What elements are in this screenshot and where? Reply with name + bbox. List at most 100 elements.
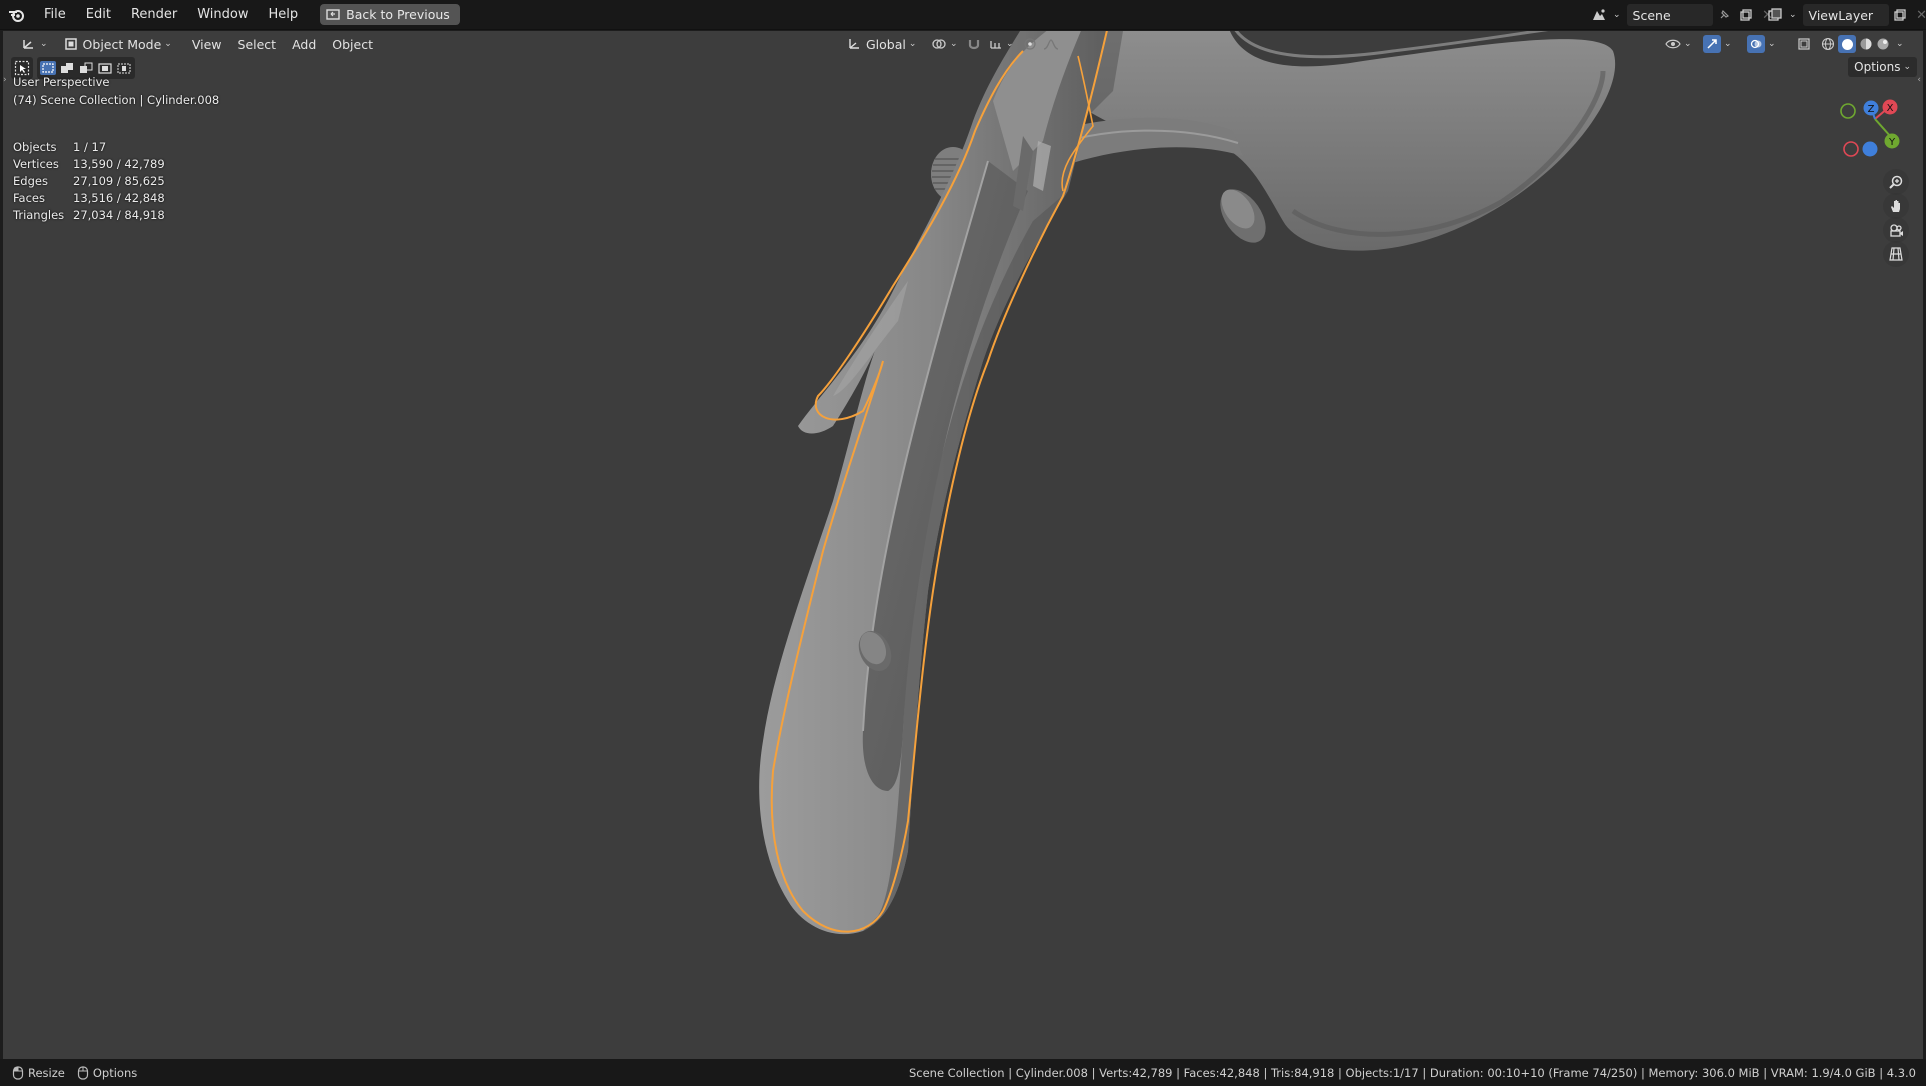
chevron-down-icon: ⌄ bbox=[1613, 10, 1621, 20]
snap-increment-icon bbox=[990, 41, 1001, 49]
screen-back-icon bbox=[326, 8, 340, 20]
menu-select[interactable]: Select bbox=[232, 33, 283, 55]
back-to-previous-button[interactable]: Back to Previous bbox=[320, 4, 460, 25]
mouse-icon bbox=[77, 1065, 88, 1080]
scene-status-info: Scene Collection | Cylinder.008 | Verts:… bbox=[908, 1065, 1916, 1080]
status-hint-options: Options bbox=[77, 1066, 137, 1080]
3d-viewport[interactable]: ⌄ Object Mode ⌄ View Select Add Object G… bbox=[3, 31, 1923, 1059]
pivot-icon bbox=[932, 39, 946, 49]
chevron-down-icon: ⌄ bbox=[164, 39, 172, 49]
sidebar-expand-arrow-icon[interactable]: ‹ bbox=[1917, 75, 1921, 85]
viewport-header: ⌄ Object Mode ⌄ View Select Add Object G… bbox=[3, 31, 1923, 57]
shading-modes: ⌄ bbox=[1815, 33, 1910, 55]
falloff-curve-icon bbox=[1043, 39, 1059, 50]
menu-help[interactable]: Help bbox=[259, 0, 309, 30]
viewport-info-overlay: User Perspective (74) Scene Collection |… bbox=[13, 73, 219, 109]
new-view-layer-icon[interactable] bbox=[1889, 4, 1911, 26]
stat-row-faces: Faces 13,516 / 42,848 bbox=[13, 191, 165, 205]
view-perspective-label: User Perspective bbox=[13, 75, 110, 89]
top-menu-bar: File Edit Render Window Help Back to Pre… bbox=[0, 0, 1926, 30]
3d-model-render[interactable] bbox=[3, 31, 1923, 1059]
zoom-icon[interactable] bbox=[1883, 169, 1909, 195]
snap-target-dropdown[interactable]: ⌄ bbox=[983, 33, 1020, 55]
proportional-falloff-dropdown[interactable] bbox=[1037, 33, 1065, 55]
menu-render[interactable]: Render bbox=[121, 0, 187, 30]
xray-icon bbox=[1798, 38, 1810, 50]
status-hint-options-label: Options bbox=[92, 1065, 138, 1080]
stat-row-vertices: Vertices 13,590 / 42,789 bbox=[13, 157, 165, 171]
pin-icon[interactable] bbox=[1713, 4, 1735, 26]
scene-icon[interactable] bbox=[1588, 4, 1610, 26]
toolbar-expand-arrow-icon[interactable]: › bbox=[3, 75, 7, 85]
scene-selector[interactable]: ⌄ Scene ✕ bbox=[1588, 4, 1779, 26]
menu-window[interactable]: Window bbox=[187, 0, 258, 30]
camera-view-icon[interactable] bbox=[1883, 217, 1909, 243]
solid-shading-icon[interactable] bbox=[1838, 35, 1856, 53]
menu-add[interactable]: Add bbox=[286, 33, 322, 55]
scene-name-field[interactable]: Scene bbox=[1626, 4, 1713, 26]
view-layer-name: ViewLayer bbox=[1808, 7, 1874, 23]
back-to-previous-label: Back to Previous bbox=[346, 7, 450, 22]
rendered-shading-icon[interactable] bbox=[1876, 37, 1890, 51]
z-axis-label: Z bbox=[1868, 104, 1875, 115]
gizmo-toggle[interactable]: ⌄ bbox=[1697, 33, 1738, 55]
chevron-down-icon: ⌄ bbox=[1896, 39, 1904, 49]
negative-x-axis-icon[interactable] bbox=[1843, 141, 1859, 157]
stat-row-triangles: Triangles 27,034 / 84,918 bbox=[13, 208, 165, 222]
active-object-label: (74) Scene Collection | Cylinder.008 bbox=[13, 93, 220, 107]
editor-type-dropdown[interactable]: ⌄ bbox=[15, 33, 54, 55]
proportional-edit-icon bbox=[1024, 38, 1036, 50]
pivot-point-dropdown[interactable]: ⌄ bbox=[925, 33, 964, 55]
y-axis-label: Y bbox=[1888, 137, 1896, 148]
blender-logo-icon[interactable] bbox=[0, 0, 34, 30]
scene-statistics: Objects 1 / 17 Vertices 13,590 / 42,789 Ed… bbox=[13, 139, 165, 224]
transform-orientation-dropdown[interactable]: Global ⌄ bbox=[841, 33, 922, 55]
stat-row-edges: Edges 27,109 / 85,625 bbox=[13, 174, 165, 188]
eye-filter-icon bbox=[1665, 39, 1681, 49]
chevron-down-icon: ⌄ bbox=[1768, 39, 1776, 49]
view-layer-icon[interactable] bbox=[1764, 4, 1786, 26]
mouse-icon bbox=[12, 1065, 24, 1080]
scene-name: Scene bbox=[1632, 7, 1671, 23]
visibility-dropdown[interactable]: ⌄ bbox=[1659, 33, 1698, 55]
3d-view-icon bbox=[23, 40, 33, 49]
status-bar: Resize Options Scene Collection | Cylind… bbox=[0, 1059, 1926, 1086]
x-axis-label: X bbox=[1887, 103, 1894, 114]
chevron-down-icon: ⌄ bbox=[1903, 62, 1911, 72]
menu-object[interactable]: Object bbox=[326, 33, 379, 55]
chevron-down-icon: ⌄ bbox=[40, 39, 48, 49]
options-label: Options bbox=[1854, 60, 1901, 74]
menu-edit[interactable]: Edit bbox=[76, 0, 121, 30]
navigation-gizmo[interactable]: Z X Y bbox=[1833, 81, 1903, 161]
menu-file[interactable]: File bbox=[34, 0, 76, 30]
wireframe-shading-icon[interactable] bbox=[1821, 37, 1835, 51]
orientation-icon bbox=[849, 39, 859, 49]
object-mode-dropdown[interactable]: Object Mode ⌄ bbox=[58, 33, 178, 55]
xray-toggle[interactable] bbox=[1791, 33, 1817, 55]
negative-z-axis-icon[interactable] bbox=[1862, 141, 1878, 157]
overlays-icon bbox=[1747, 35, 1765, 53]
view-layer-selector[interactable]: ⌄ ViewLayer ✕ bbox=[1764, 4, 1926, 26]
transform-orientation-label: Global bbox=[866, 36, 906, 52]
object-mode-icon bbox=[64, 38, 77, 50]
status-hint-resize: Resize bbox=[12, 1066, 65, 1080]
options-dropdown[interactable]: Options ⌄ bbox=[1848, 57, 1917, 77]
magnet-icon bbox=[968, 40, 980, 50]
chevron-down-icon: ⌄ bbox=[908, 39, 917, 49]
stat-row-objects: Objects 1 / 17 bbox=[13, 140, 107, 154]
chevron-down-icon: ⌄ bbox=[1724, 39, 1732, 49]
menu-view[interactable]: View bbox=[186, 33, 228, 55]
delete-view-layer-icon[interactable]: ✕ bbox=[1911, 4, 1926, 26]
gizmo-icon bbox=[1703, 35, 1721, 53]
pan-hand-icon[interactable] bbox=[1883, 193, 1909, 219]
view-layer-name-field[interactable]: ViewLayer bbox=[1802, 4, 1889, 26]
overlays-toggle[interactable]: ⌄ bbox=[1741, 33, 1782, 55]
orthographic-grid-icon[interactable] bbox=[1883, 241, 1909, 267]
chevron-down-icon: ⌄ bbox=[950, 39, 958, 49]
material-preview-icon[interactable] bbox=[1859, 37, 1873, 51]
chevron-down-icon: ⌄ bbox=[1006, 39, 1014, 49]
new-scene-icon[interactable] bbox=[1735, 4, 1757, 26]
negative-y-axis-icon[interactable] bbox=[1840, 103, 1856, 119]
chevron-down-icon: ⌄ bbox=[1684, 39, 1692, 49]
status-hint-resize-label: Resize bbox=[28, 1065, 65, 1080]
